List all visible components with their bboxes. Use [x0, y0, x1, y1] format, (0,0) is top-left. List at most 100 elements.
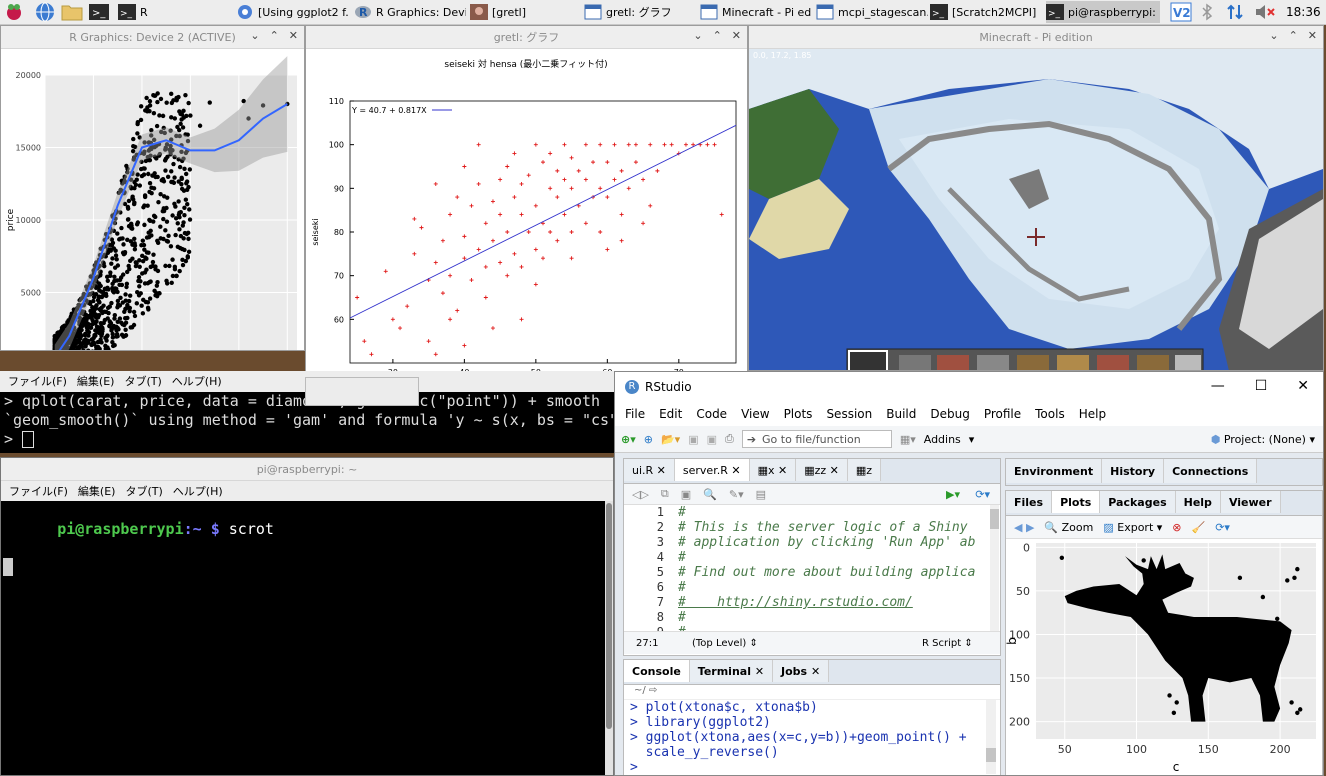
tab-viewer[interactable]: Viewer — [1220, 491, 1281, 513]
tab-connections[interactable]: Connections — [1164, 459, 1258, 483]
menu-debug[interactable]: Debug — [930, 407, 969, 421]
export-button[interactable]: ▨ Export ▾ — [1103, 521, 1162, 534]
folder-icon[interactable] — [60, 1, 84, 23]
scrollbar-thumb[interactable] — [606, 503, 612, 729]
maximize-icon[interactable]: ⌃ — [713, 29, 722, 42]
browser-globe-icon[interactable] — [34, 1, 56, 23]
file-type-selector[interactable]: R Script ⇕ — [922, 638, 973, 649]
close-icon[interactable]: ✕ — [1308, 29, 1317, 42]
minimize-icon[interactable]: — — [1211, 378, 1225, 394]
broom-icon[interactable]: 🧹 — [1192, 521, 1206, 534]
delete-plot-icon[interactable]: ⊗ — [1172, 521, 1181, 534]
code-area[interactable]: 1 #2 # This is the server logic of a Shiny… — [624, 505, 990, 631]
menu-file[interactable]: ファイル(F) — [9, 483, 68, 499]
prev-plot-icon[interactable]: ◀ ▶ — [1014, 521, 1034, 534]
editor-vscrollbar[interactable] — [990, 505, 999, 631]
back-icon[interactable]: ◁▷ — [632, 488, 649, 501]
grid-layout-icon[interactable]: ▦▾ — [900, 433, 916, 446]
tab-files[interactable]: Files — [1006, 491, 1053, 513]
menu-help[interactable]: ヘルプ(H) — [173, 483, 223, 499]
minimize-icon[interactable]: ⌄ — [250, 29, 259, 42]
terminal-launcher-icon[interactable]: >_ — [88, 1, 110, 23]
close-icon[interactable]: ✕ — [289, 29, 298, 42]
tab-packages[interactable]: Packages — [1100, 491, 1176, 513]
tab-environment[interactable]: Environment — [1006, 459, 1103, 483]
taskbar-item-gretl-graph[interactable]: gretl: グラフ — [584, 1, 694, 23]
show-in-window-icon[interactable]: ⧉ — [661, 487, 669, 501]
taskbar-item-minecraft[interactable]: Minecraft - Pi edi... — [700, 1, 812, 23]
close-icon[interactable]: ✕ — [1297, 378, 1309, 394]
save-icon[interactable]: ▣ — [681, 488, 691, 501]
tab-plots[interactable]: Plots — [1052, 491, 1101, 513]
tab-help[interactable]: Help — [1175, 491, 1221, 513]
taskbar-item-terminal[interactable]: >_ pi@raspberrypi: ~ — [1046, 1, 1160, 23]
maximize-icon[interactable]: ⌃ — [1289, 29, 1298, 42]
tab-console[interactable]: Console — [624, 660, 690, 682]
maximize-icon[interactable]: ⌃ — [270, 29, 279, 42]
network-arrows-icon[interactable] — [1226, 1, 1244, 23]
minimize-icon[interactable]: ⌄ — [693, 29, 702, 42]
menu-file[interactable]: ファイル(F) — [8, 373, 67, 389]
addins-menu[interactable]: Addins — [924, 433, 961, 446]
wand-icon[interactable]: ✎▾ — [729, 488, 744, 501]
scrollbar-thumb[interactable] — [990, 509, 999, 529]
close-icon[interactable]: ✕ — [657, 464, 666, 477]
raspberry-menu-icon[interactable] — [4, 1, 24, 23]
minimize-icon[interactable]: ⌄ — [1269, 29, 1278, 42]
menu-view[interactable]: View — [741, 407, 769, 421]
menu-edit[interactable]: 編集(E) — [77, 373, 115, 389]
menu-tabs[interactable]: タブ(T) — [125, 483, 162, 499]
tab-ui-r[interactable]: ui.R ✕ — [624, 459, 675, 481]
new-file-icon[interactable]: ⊕▾ — [621, 433, 636, 446]
scope-selector[interactable]: (Top Level) ⇕ — [692, 638, 922, 649]
close-icon[interactable]: ✕ — [778, 464, 787, 477]
clock[interactable]: 18:36 — [1286, 1, 1321, 23]
run-app-icon[interactable]: ▶▾ — [946, 488, 960, 501]
save-icon[interactable]: ▣ — [688, 433, 698, 446]
console-scrollbar[interactable] — [986, 700, 996, 774]
tab-server-r[interactable]: server.R ✕ — [674, 459, 750, 481]
minecraft-game-view[interactable]: 0.0, 17.2, 1.85 — [749, 49, 1323, 371]
tab-zz[interactable]: ▦ zz ✕ — [796, 459, 848, 481]
close-icon[interactable]: ✕ — [732, 29, 741, 42]
tab-terminal[interactable]: Terminal ✕ — [689, 660, 774, 682]
menu-session[interactable]: Session — [826, 407, 872, 421]
menu-plots[interactable]: Plots — [784, 407, 813, 421]
new-project-icon[interactable]: ⊕ — [644, 433, 653, 446]
zoom-button[interactable]: 🔍 Zoom — [1044, 521, 1093, 534]
menu-edit[interactable]: Edit — [659, 407, 682, 421]
maximize-icon[interactable]: ☐ — [1255, 378, 1268, 394]
volume-muted-icon[interactable] — [1254, 1, 1276, 23]
save-all-icon[interactable]: ▣ — [707, 433, 717, 446]
menu-build[interactable]: Build — [886, 407, 916, 421]
vnc-icon[interactable]: V2 — [1170, 1, 1192, 23]
open-file-icon[interactable]: 📂▾ — [661, 433, 680, 446]
compile-icon[interactable]: ▤ — [756, 488, 766, 501]
close-icon[interactable]: ✕ — [731, 464, 740, 477]
taskbar-item-r[interactable]: >_ R — [118, 1, 228, 23]
print-icon[interactable]: ⎙ — [725, 432, 734, 446]
menu-code[interactable]: Code — [696, 407, 727, 421]
menu-file[interactable]: File — [625, 407, 645, 421]
hotbar[interactable] — [846, 348, 1204, 371]
tab-x[interactable]: ▦ x ✕ — [749, 459, 797, 481]
scrollbar[interactable] — [605, 501, 613, 775]
tab-z[interactable]: ▦ z — [847, 459, 882, 481]
menu-help[interactable]: ヘルプ(H) — [172, 373, 222, 389]
menu-profile[interactable]: Profile — [984, 407, 1021, 421]
console-output[interactable]: > plot(xtona$c, xtona$b) > library(ggplot… — [630, 700, 986, 774]
menu-tools[interactable]: Tools — [1035, 407, 1065, 421]
menu-help[interactable]: Help — [1079, 407, 1106, 421]
search-icon[interactable]: 🔍 — [703, 488, 717, 501]
tab-history[interactable]: History — [1102, 459, 1165, 483]
publish-icon[interactable]: ⟳▾ — [975, 488, 990, 501]
bluetooth-icon[interactable] — [1200, 1, 1214, 23]
project-menu[interactable]: ⬢ Project: (None) ▾ — [1211, 433, 1315, 446]
terminal-output[interactable]: pi@raspberrypi:~ $ scrot — [1, 501, 605, 775]
taskbar-item-stagescan[interactable]: mcpi_stagescan... — [816, 1, 928, 23]
taskbar-item-scratch[interactable]: >_ [Scratch2MCPI] — [930, 1, 1042, 23]
taskbar-item-rgraphics[interactable]: R R Graphics: Devi... — [354, 1, 466, 23]
menu-tabs[interactable]: タブ(T) — [124, 373, 161, 389]
taskbar-item-browser[interactable]: [Using ggplot2 f... — [236, 1, 348, 23]
close-icon[interactable]: ✕ — [830, 464, 839, 477]
